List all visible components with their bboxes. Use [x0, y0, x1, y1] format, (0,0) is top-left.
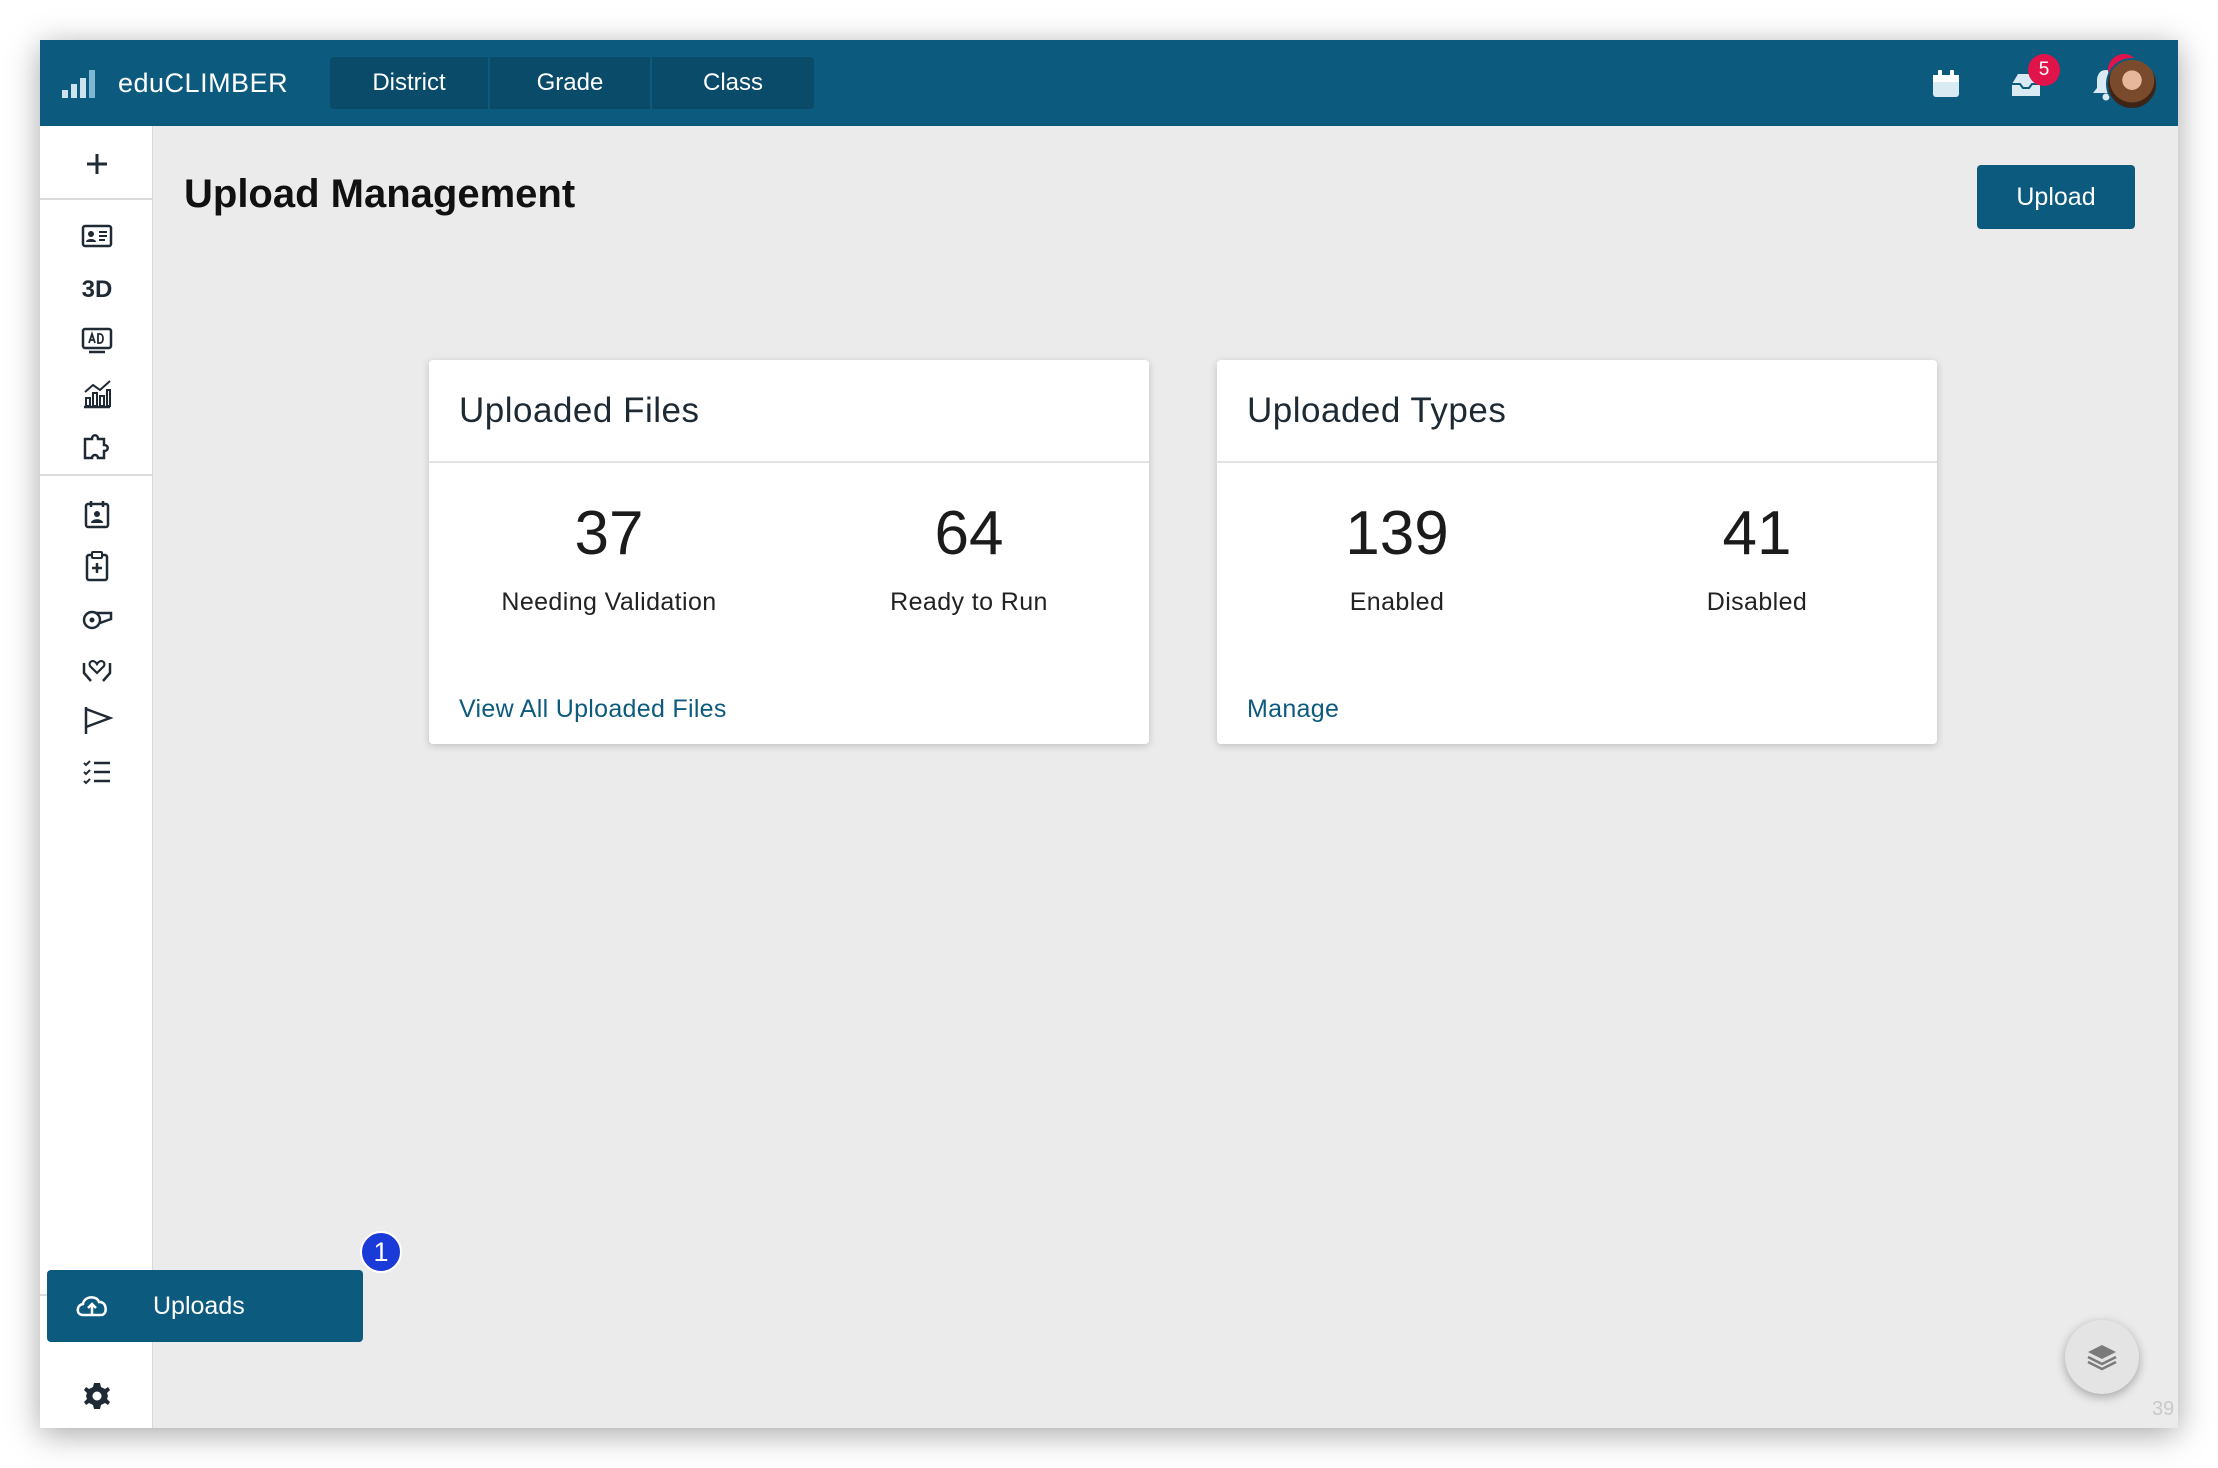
- stat-disabled: 41 Disabled: [1577, 498, 1937, 617]
- chart-icon: [84, 380, 111, 409]
- sidebar-divider: [40, 198, 153, 200]
- sidebar-item-health[interactable]: [79, 548, 115, 584]
- sidebar-item-sel[interactable]: [79, 652, 115, 688]
- view-all-uploaded-files-link[interactable]: View All Uploaded Files: [459, 695, 727, 724]
- sidebar-item-analytics[interactable]: [79, 376, 115, 412]
- layers-button[interactable]: [2065, 1320, 2139, 1394]
- sidebar-item-goals[interactable]: [79, 702, 115, 738]
- stat-label: Ready to Run: [890, 588, 1048, 616]
- upload-button[interactable]: Upload: [1977, 165, 2135, 229]
- sidebar-item-tasks[interactable]: [79, 754, 115, 790]
- layers-icon: [2087, 1345, 2117, 1371]
- uploaded-types-card: Uploaded Types 139 Enabled 41 Disabled M…: [1217, 360, 1937, 744]
- page-title: Upload Management: [184, 172, 576, 216]
- sidebar-item-behavior[interactable]: [79, 600, 115, 636]
- sidebar-item-uploads[interactable]: Uploads: [47, 1270, 363, 1342]
- stat-value: 139: [1345, 499, 1449, 568]
- scope-tabs: District Grade Class: [330, 57, 814, 109]
- sidebar: 3D: [40, 126, 153, 1428]
- tab-class[interactable]: Class: [652, 57, 814, 109]
- brand-name: eduCLIMBER: [118, 67, 289, 98]
- plus-icon: [87, 154, 107, 174]
- card-title: Uploaded Types: [1217, 360, 1937, 463]
- whistle-icon: [82, 610, 113, 630]
- sidebar-item-settings[interactable]: [79, 1378, 115, 1414]
- stat-label: Enabled: [1349, 588, 1445, 616]
- stat-value: 37: [574, 499, 644, 568]
- tab-grade[interactable]: Grade: [490, 57, 652, 109]
- inbox-badge: 5: [2028, 54, 2060, 86]
- sidebar-item-ad[interactable]: [79, 322, 115, 358]
- sidebar-item-meetings[interactable]: [79, 496, 115, 532]
- tab-district[interactable]: District: [330, 57, 490, 109]
- brand[interactable]: eduCLIMBER: [60, 62, 288, 104]
- stat-label: Needing Validation: [501, 588, 717, 616]
- sidebar-item-label: Uploads: [153, 1291, 245, 1320]
- hands-heart-icon: [82, 660, 112, 682]
- stat-value: 41: [1722, 499, 1792, 568]
- manage-link[interactable]: Manage: [1247, 695, 1339, 724]
- flag-icon: [84, 707, 114, 734]
- puzzle-icon: [83, 434, 109, 460]
- add-icon[interactable]: [79, 146, 115, 182]
- stat-ready-to-run: 64 Ready to Run: [789, 498, 1149, 617]
- sidebar-item-3d[interactable]: 3D: [79, 272, 115, 308]
- uploaded-files-card: Uploaded Files 37 Needing Validation 64 …: [429, 360, 1149, 744]
- app-window: eduCLIMBER District Grade Class 5 3D Upl…: [40, 40, 2178, 1428]
- sidebar-item-interventions[interactable]: [79, 428, 115, 464]
- stat-needing-validation: 37 Needing Validation: [429, 498, 789, 617]
- user-avatar[interactable]: [2106, 58, 2158, 110]
- cloud-upload-icon: [76, 1296, 107, 1317]
- stat-label: Disabled: [1706, 588, 1808, 616]
- stat-enabled: 139 Enabled: [1217, 498, 1577, 617]
- brand-logo-icon: [62, 70, 95, 98]
- sidebar-divider: [40, 474, 153, 476]
- inbox-button[interactable]: 5: [2008, 54, 2060, 102]
- corner-page-number: 39: [2152, 1398, 2175, 1420]
- clipboard-plus-icon: [85, 551, 109, 582]
- step-marker-1: 1: [360, 1231, 402, 1273]
- card-title: Uploaded Files: [429, 360, 1149, 463]
- calendar-icon[interactable]: [1928, 66, 1964, 102]
- student-card-icon: [81, 224, 113, 248]
- ad-screen-icon: [81, 327, 113, 354]
- top-bar: eduCLIMBER District Grade Class 5: [40, 40, 2178, 126]
- checklist-icon: [83, 760, 110, 785]
- sidebar-item-students[interactable]: [79, 218, 115, 254]
- gear-icon: [84, 1383, 110, 1409]
- calendar-person-icon: [84, 501, 110, 529]
- stat-value: 64: [934, 499, 1004, 568]
